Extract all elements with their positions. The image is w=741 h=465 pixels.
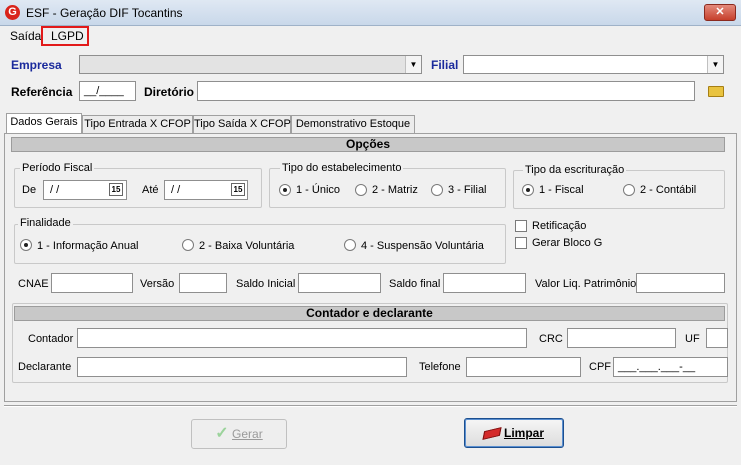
radio-baixa-voluntaria[interactable] bbox=[182, 239, 194, 251]
ate-label: Até bbox=[142, 184, 159, 196]
declarante-label: Declarante bbox=[18, 361, 72, 373]
radio-suspensao-voluntaria[interactable] bbox=[344, 239, 356, 251]
radio-unico[interactable] bbox=[279, 184, 291, 196]
checkmark-icon: ✓ bbox=[215, 425, 229, 442]
filial-label: Filial bbox=[431, 58, 459, 72]
contador-label: Contador bbox=[28, 333, 74, 345]
tipo-escrituracao-title: Tipo da escrituração bbox=[523, 164, 627, 176]
gerar-bloco-g-label: Gerar Bloco G bbox=[532, 237, 603, 249]
radio-suspensao-voluntaria-label: 4 - Suspensão Voluntária bbox=[361, 240, 484, 252]
menu-lgpd[interactable]: LGPD bbox=[51, 29, 84, 43]
radio-unico-label: 1 - Único bbox=[296, 184, 341, 196]
limpar-label: Limpar bbox=[503, 426, 544, 440]
saldo-inicial-input[interactable] bbox=[298, 273, 381, 293]
retificacao-label: Retificação bbox=[532, 220, 587, 232]
cnae-input[interactable] bbox=[51, 273, 133, 293]
tab-tipo-saida[interactable]: Tipo Saída X CFOP bbox=[193, 115, 291, 133]
window-title: ESF - Geração DIF Tocantins bbox=[26, 6, 183, 20]
diretorio-label: Diretório bbox=[144, 85, 195, 99]
versao-label: Versão bbox=[140, 278, 175, 290]
radio-contabil-label: 2 - Contábil bbox=[640, 184, 697, 196]
calendar-icon[interactable]: 15 bbox=[109, 183, 123, 196]
versao-input[interactable] bbox=[179, 273, 227, 293]
declarante-input[interactable] bbox=[77, 357, 407, 377]
radio-fiscal[interactable] bbox=[522, 184, 534, 196]
uf-label: UF bbox=[685, 333, 700, 345]
chevron-down-icon: ▼ bbox=[405, 56, 421, 73]
cpf-input[interactable]: ___.___.___-__ bbox=[613, 357, 728, 377]
radio-fiscal-label: 1 - Fiscal bbox=[539, 184, 584, 196]
cpf-label: CPF bbox=[589, 361, 611, 373]
chevron-down-icon: ▼ bbox=[707, 56, 723, 73]
de-label: De bbox=[22, 184, 37, 196]
saldo-final-input[interactable] bbox=[443, 273, 526, 293]
cnae-label: CNAE bbox=[18, 278, 49, 290]
radio-informacao-anual[interactable] bbox=[20, 239, 32, 251]
telefone-label: Telefone bbox=[419, 361, 461, 373]
radio-matriz-label: 2 - Matriz bbox=[372, 184, 418, 196]
tipo-estabelecimento-title: Tipo do estabelecimento bbox=[280, 162, 404, 174]
retificacao-checkbox[interactable] bbox=[515, 220, 527, 232]
tab-dados-gerais[interactable]: Dados Gerais bbox=[6, 113, 82, 134]
valor-liq-label: Valor Liq. Patrimônio bbox=[535, 278, 637, 290]
saldo-final-label: Saldo final bbox=[389, 278, 441, 290]
filial-select[interactable]: ▼ bbox=[463, 55, 724, 74]
tab-demonstrativo-estoque[interactable]: Demonstrativo Estoque bbox=[291, 115, 415, 133]
radio-baixa-voluntaria-label: 2 - Baixa Voluntária bbox=[199, 240, 295, 252]
radio-informacao-anual-label: 1 - Informação Anual bbox=[37, 240, 139, 252]
menu-bar bbox=[0, 26, 741, 46]
opcoes-header: Opções bbox=[11, 137, 725, 152]
empresa-select[interactable]: ▼ bbox=[79, 55, 422, 74]
contador-header: Contador e declarante bbox=[14, 306, 725, 321]
app-logo-icon: G bbox=[5, 5, 20, 20]
referencia-input[interactable]: __/____ bbox=[79, 81, 136, 101]
tab-tipo-entrada[interactable]: Tipo Entrada X CFOP bbox=[82, 115, 193, 133]
valor-liq-input[interactable] bbox=[636, 273, 725, 293]
close-button[interactable]: ✕ bbox=[704, 4, 736, 21]
gerar-bloco-g-checkbox[interactable] bbox=[515, 237, 527, 249]
gerar-button[interactable]: ✓ Gerar bbox=[191, 419, 287, 449]
crc-label: CRC bbox=[539, 333, 563, 345]
radio-filial[interactable] bbox=[431, 184, 443, 196]
diretorio-input[interactable] bbox=[197, 81, 695, 101]
calendar-icon[interactable]: 15 bbox=[231, 183, 245, 196]
footer-divider bbox=[4, 405, 737, 407]
folder-open-icon[interactable] bbox=[708, 86, 724, 97]
periodo-fiscal-title: Período Fiscal bbox=[20, 162, 95, 174]
radio-filial-label: 3 - Filial bbox=[448, 184, 487, 196]
crc-input[interactable] bbox=[567, 328, 676, 348]
radio-contabil[interactable] bbox=[623, 184, 635, 196]
referencia-label: Referência bbox=[11, 85, 73, 99]
telefone-input[interactable] bbox=[466, 357, 581, 377]
empresa-label: Empresa bbox=[11, 58, 62, 72]
menu-saida[interactable]: Saída bbox=[10, 29, 41, 43]
eraser-icon bbox=[482, 427, 502, 441]
uf-input[interactable] bbox=[706, 328, 728, 348]
contador-input[interactable] bbox=[77, 328, 527, 348]
saldo-inicial-label: Saldo Inicial bbox=[236, 278, 296, 290]
radio-matriz[interactable] bbox=[355, 184, 367, 196]
gerar-label: Gerar bbox=[232, 427, 263, 441]
limpar-button[interactable]: Limpar bbox=[464, 418, 564, 448]
finalidade-title: Finalidade bbox=[18, 217, 73, 229]
